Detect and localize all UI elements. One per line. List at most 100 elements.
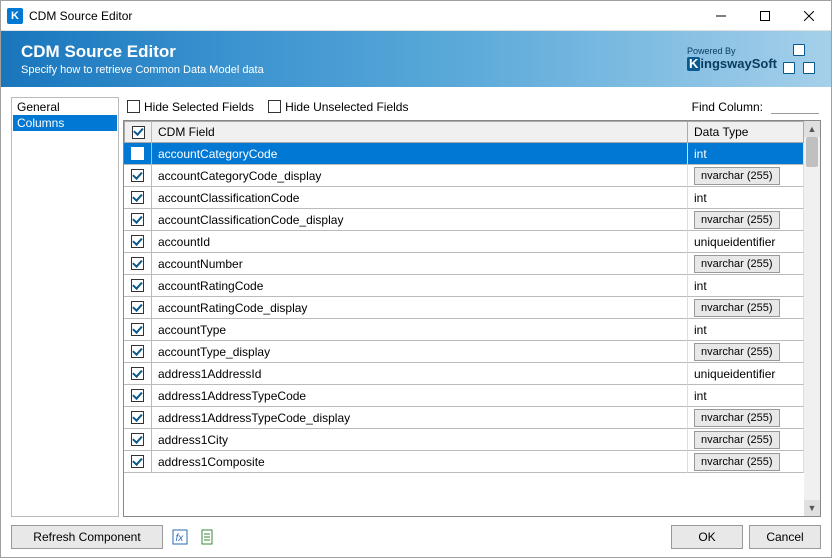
document-icon[interactable] <box>197 526 219 548</box>
data-type-button[interactable]: nvarchar (255) <box>694 167 780 185</box>
row-check-cell[interactable] <box>124 187 152 209</box>
table-row[interactable]: accountClassificationCode_displaynvarcha… <box>124 209 804 231</box>
minimize-button[interactable] <box>699 1 743 30</box>
data-type-text: int <box>694 389 707 403</box>
table-row[interactable]: accountCategoryCode_display nvarchar (255… <box>124 165 804 187</box>
app-icon: K <box>7 8 23 24</box>
row-checkbox[interactable] <box>131 191 144 204</box>
table-row[interactable]: accountType_display nvarchar (255) <box>124 341 804 363</box>
table-row[interactable]: accountIduniqueidentifier <box>124 231 804 253</box>
row-checkbox[interactable] <box>131 455 144 468</box>
row-check-cell[interactable] <box>124 341 152 363</box>
table-row[interactable]: accountRatingCodeint <box>124 275 804 297</box>
data-type-button[interactable]: nvarchar (255) <box>694 343 780 361</box>
table-row[interactable]: address1City nvarchar (255) <box>124 429 804 451</box>
row-checkbox[interactable] <box>131 235 144 248</box>
row-check-cell[interactable] <box>124 297 152 319</box>
sidebar-item-general[interactable]: General <box>13 99 117 115</box>
header-check-cell[interactable] <box>124 121 152 143</box>
hide-selected-checkbox[interactable] <box>127 100 140 113</box>
row-check-cell[interactable] <box>124 165 152 187</box>
data-type-button[interactable]: nvarchar (255) <box>694 431 780 449</box>
field-name: accountCategoryCode_display <box>152 165 688 187</box>
type-cell: uniqueidentifier <box>688 363 804 385</box>
type-cell: int <box>688 319 804 341</box>
row-check-cell[interactable] <box>124 275 152 297</box>
table-header: CDM FieldData Type <box>124 121 804 143</box>
vertical-scrollbar[interactable]: ▲ ▼ <box>804 121 820 516</box>
data-type-button[interactable]: nvarchar (255) <box>694 453 780 471</box>
row-checkbox[interactable] <box>131 367 144 380</box>
data-type-button[interactable]: nvarchar (255) <box>694 211 780 229</box>
scroll-up-icon[interactable]: ▲ <box>804 121 820 137</box>
type-cell: int <box>688 143 804 165</box>
footer: Refresh Component fx OK Cancel <box>1 517 831 557</box>
data-type-button[interactable]: nvarchar (255) <box>694 255 780 273</box>
type-cell: nvarchar (255) <box>688 341 804 363</box>
banner-text: CDM Source Editor Specify how to retriev… <box>21 42 264 76</box>
row-check-cell[interactable] <box>124 253 152 275</box>
row-check-cell[interactable] <box>124 451 152 473</box>
expression-icon[interactable]: fx <box>169 526 191 548</box>
row-check-cell[interactable] <box>124 143 152 165</box>
row-checkbox[interactable] <box>131 345 144 358</box>
table-row[interactable]: address1AddressTypeCodeint <box>124 385 804 407</box>
scroll-thumb[interactable] <box>806 137 818 167</box>
data-type-button[interactable]: nvarchar (255) <box>694 299 780 317</box>
row-checkbox[interactable] <box>131 169 144 182</box>
row-checkbox[interactable] <box>131 323 144 336</box>
row-check-cell[interactable] <box>124 407 152 429</box>
row-check-cell[interactable] <box>124 385 152 407</box>
row-checkbox[interactable] <box>131 213 144 226</box>
sidebar: GeneralColumns <box>11 97 119 517</box>
data-type-text: int <box>694 323 707 337</box>
header-type[interactable]: Data Type <box>688 121 804 143</box>
field-name: address1City <box>152 429 688 451</box>
row-checkbox[interactable] <box>131 257 144 270</box>
table-row[interactable]: accountClassificationCodeint <box>124 187 804 209</box>
select-all-checkbox[interactable] <box>132 126 145 139</box>
table-row[interactable]: accountTypeint <box>124 319 804 341</box>
field-name: accountType_display <box>152 341 688 363</box>
row-check-cell[interactable] <box>124 429 152 451</box>
row-checkbox[interactable] <box>131 279 144 292</box>
hide-unselected-checkbox[interactable] <box>268 100 281 113</box>
row-checkbox[interactable] <box>131 411 144 424</box>
find-column-input[interactable] <box>771 99 819 114</box>
banner-title: CDM Source Editor <box>21 42 264 62</box>
table-row[interactable]: address1AddressIduniqueidentifier <box>124 363 804 385</box>
window-controls <box>699 1 831 30</box>
row-checkbox[interactable] <box>131 389 144 402</box>
field-name: address1AddressTypeCode_display <box>152 407 688 429</box>
type-cell: nvarchar (255) <box>688 253 804 275</box>
header-field[interactable]: CDM Field <box>152 121 688 143</box>
table-row[interactable]: address1AddressTypeCode_display nvarchar … <box>124 407 804 429</box>
row-check-cell[interactable] <box>124 231 152 253</box>
row-checkbox[interactable] <box>131 433 144 446</box>
row-check-cell[interactable] <box>124 363 152 385</box>
maximize-button[interactable] <box>743 1 787 30</box>
refresh-component-button[interactable]: Refresh Component <box>11 525 163 549</box>
scroll-down-icon[interactable]: ▼ <box>804 500 820 516</box>
table-row[interactable]: accountNumbernvarchar (255) <box>124 253 804 275</box>
row-checkbox[interactable] <box>131 301 144 314</box>
table-row[interactable]: accountCategoryCodeint <box>124 143 804 165</box>
close-button[interactable] <box>787 1 831 30</box>
brand-logo: Powered By KingswaySoft <box>687 44 815 74</box>
cancel-button[interactable]: Cancel <box>749 525 821 549</box>
field-name: address1Composite <box>152 451 688 473</box>
ok-button[interactable]: OK <box>671 525 743 549</box>
field-name: accountRatingCode_display <box>152 297 688 319</box>
scroll-track[interactable] <box>804 137 820 500</box>
row-check-cell[interactable] <box>124 319 152 341</box>
sidebar-item-columns[interactable]: Columns <box>13 115 117 131</box>
field-name: accountId <box>152 231 688 253</box>
data-type-button[interactable]: nvarchar (255) <box>694 409 780 427</box>
row-checkbox[interactable] <box>131 147 144 160</box>
table-row[interactable]: address1Composite nvarchar (255) <box>124 451 804 473</box>
row-check-cell[interactable] <box>124 209 152 231</box>
type-cell: nvarchar (255) <box>688 451 804 473</box>
main-panel: Hide Selected Fields Hide Unselected Fie… <box>123 97 821 517</box>
table-row[interactable]: accountRatingCode_display nvarchar (255) <box>124 297 804 319</box>
find-column-label: Find Column: <box>692 100 763 114</box>
